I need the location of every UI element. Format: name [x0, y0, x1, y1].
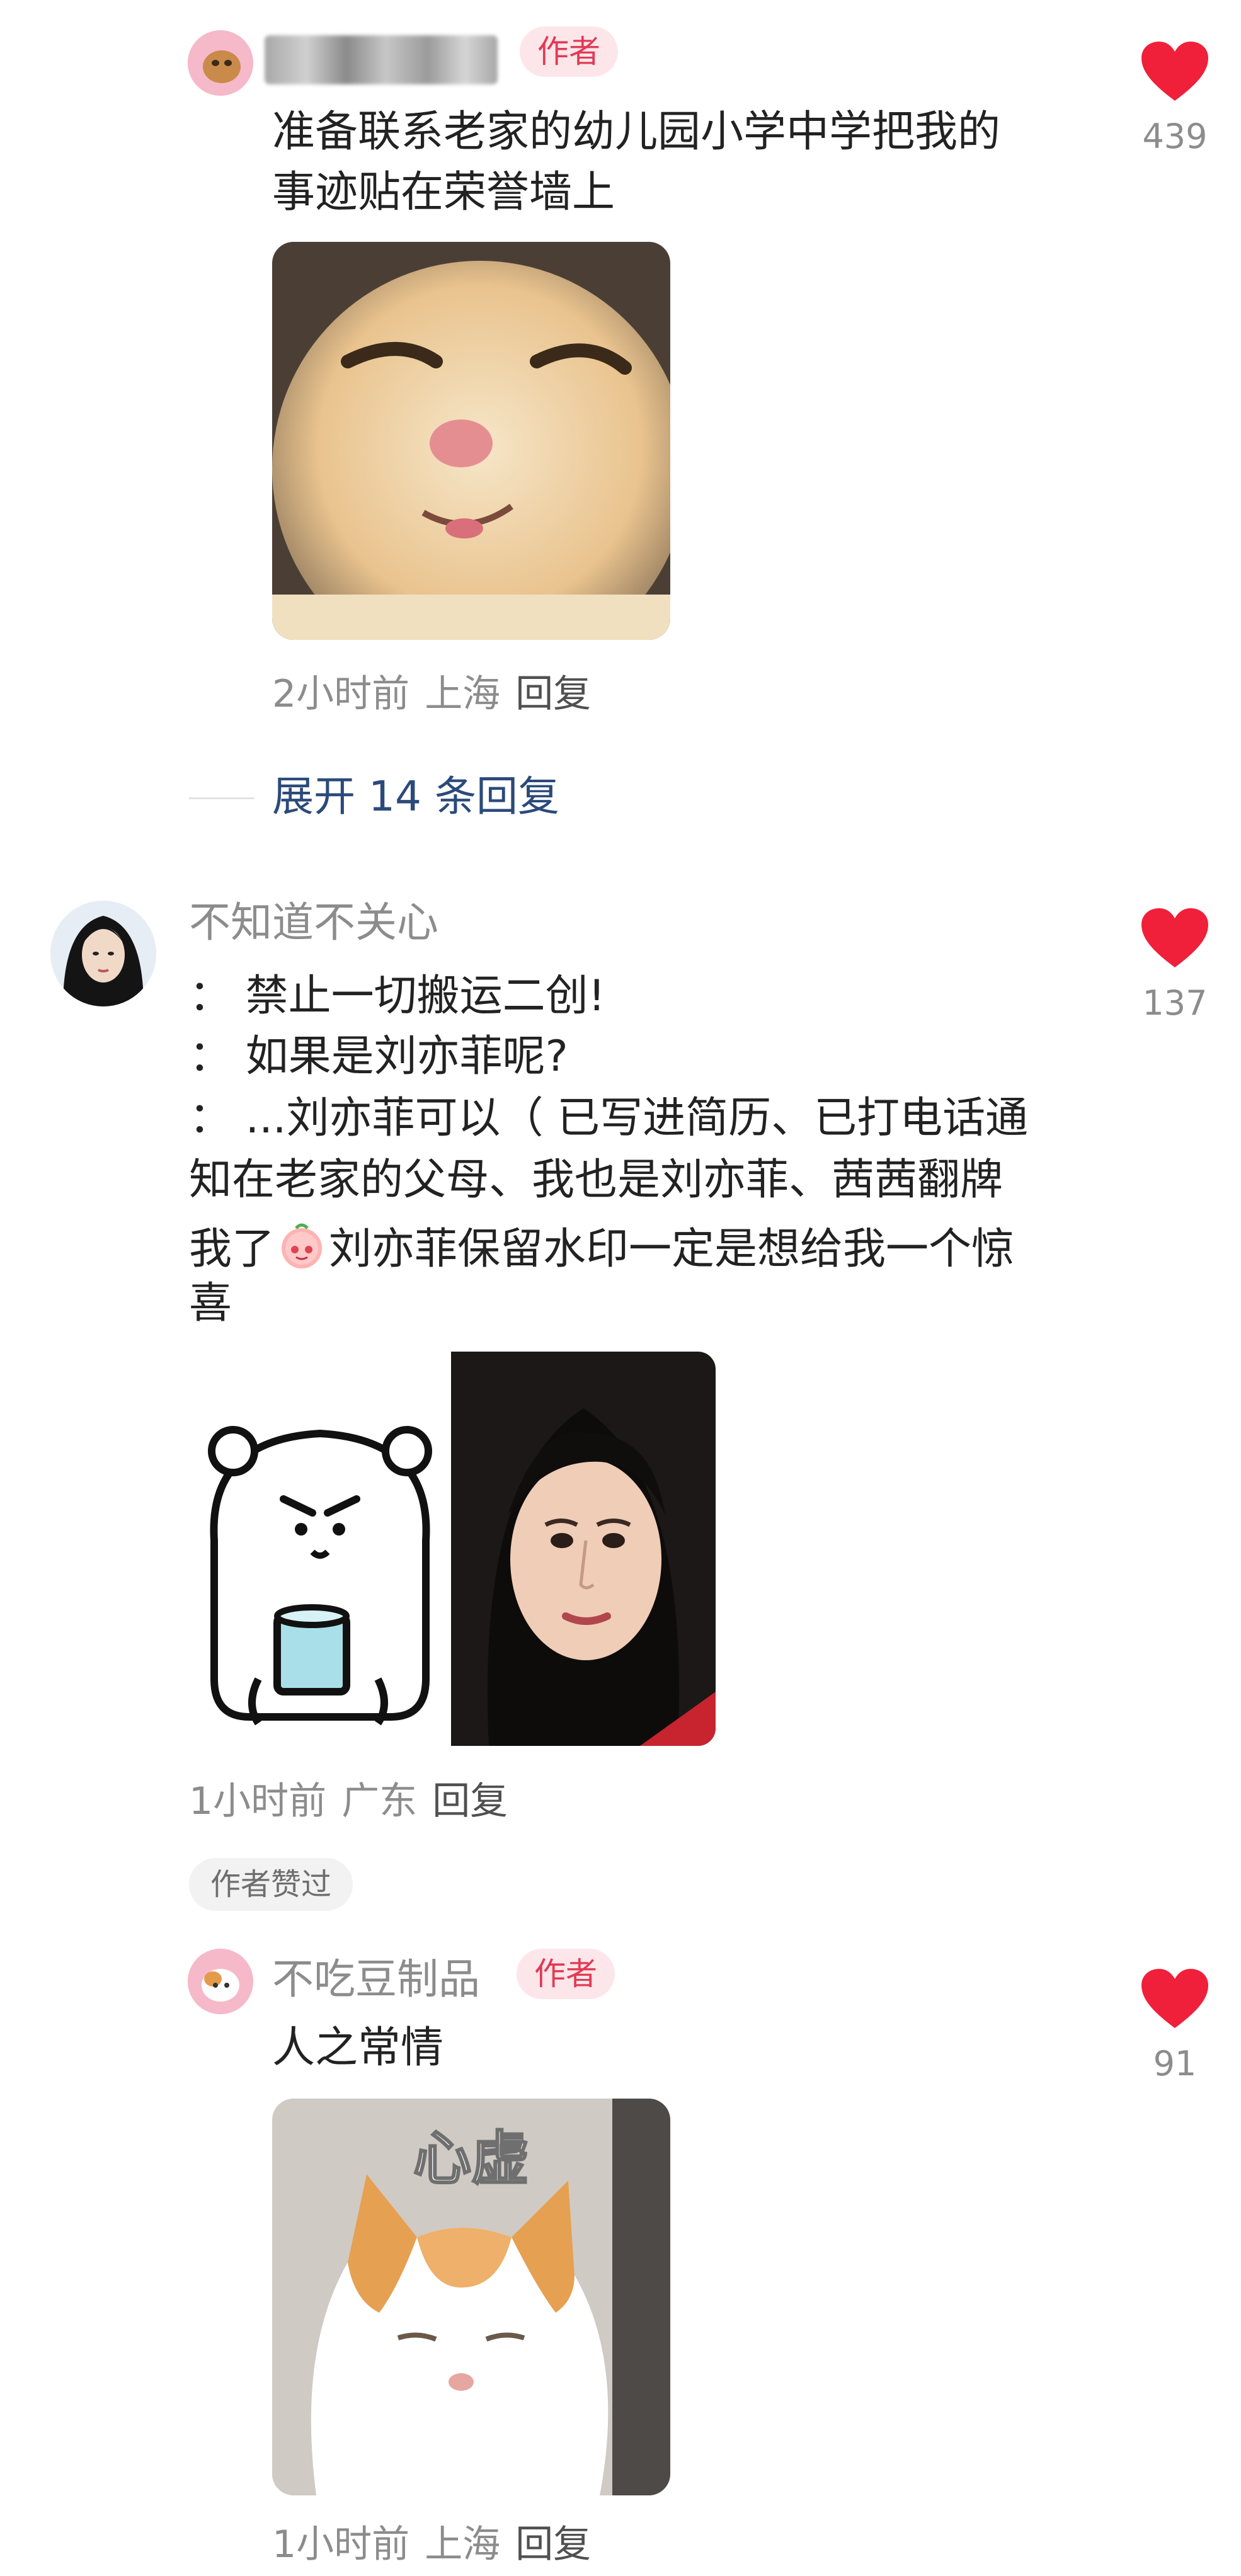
author-tag: 作者 [517, 1949, 615, 1999]
heart-icon [1141, 1969, 1208, 2028]
avatar-cat-icon [188, 30, 253, 96]
author-tag: 作者 [520, 26, 618, 77]
comment-text-line: ： 如果是刘亦菲呢? [189, 1032, 568, 1081]
like-button[interactable]: 91 [1128, 1968, 1222, 2094]
like-count: 439 [1142, 117, 1208, 156]
comment-text-line: ： 禁止一切搬运二创! [189, 971, 605, 1021]
comment-location: 上海 [425, 672, 501, 716]
username-redacted[interactable] [265, 35, 498, 84]
reply-button[interactable]: 回复 [515, 672, 591, 716]
comment-text-line: 人之常情 [272, 2023, 444, 2073]
like-button[interactable]: 439 [1128, 40, 1222, 166]
image-caption: 心虚 [412, 2125, 530, 2192]
comment-time: 2小时前 [272, 672, 410, 716]
comment-location: 广东 [341, 1779, 418, 1823]
avatar-woman-icon [50, 901, 156, 1006]
comment-meta: 2小时前 上海 回复 [272, 675, 591, 713]
comment-text-line: 事迹贴在荣誉墙上 [272, 168, 615, 217]
comment-text-line: 喜 [189, 1279, 232, 1328]
like-count: 137 [1142, 983, 1208, 1023]
cat-guilty-image[interactable]: 心虚 [272, 2099, 670, 2495]
cat-squint-image[interactable] [272, 242, 670, 640]
comment-text-line: 准备联系老家的幼儿园小学中学把我的 [272, 107, 1001, 157]
heart-icon [1141, 42, 1208, 101]
avatar-cat-icon [188, 1949, 253, 2014]
blush-emoji-icon [282, 1223, 323, 1268]
comment-thread: 作者 准备联系老家的幼儿园小学中学把我的 事迹贴在荣誉墙上 2小时前上海回复 [0, 0, 1241, 2576]
avatar[interactable] [188, 30, 253, 96]
comment-text-segment: 我了 [189, 1224, 275, 1274]
bear-meme-image[interactable] [189, 1352, 451, 1745]
comment-text-line: ： ...刘亦菲可以（ 已写进简历、已打电话通 [189, 1093, 1029, 1143]
comment-meta: 1小时前 广东 回复 [189, 1782, 508, 1820]
expand-divider [189, 797, 254, 799]
avatar[interactable] [50, 901, 156, 1006]
reply-button[interactable]: 回复 [432, 1779, 508, 1823]
comment-time: 1小时前 [272, 2522, 410, 2567]
reply-button[interactable]: 回复 [515, 2522, 591, 2567]
comment-text-segment: 刘亦菲保留水印一定是想给我一个惊 [329, 1224, 1015, 1274]
comment-location: 上海 [425, 2522, 501, 2567]
heart-icon [1141, 908, 1208, 967]
comment-meta: 1小时前 上海 回复 [272, 2526, 591, 2563]
like-count: 91 [1153, 2044, 1197, 2083]
like-button[interactable]: 137 [1128, 907, 1222, 1033]
author-liked-badge: 作者赞过 [189, 1858, 353, 1911]
portrait-photo-image[interactable] [451, 1352, 716, 1746]
comment-text-line: 知在老家的父母、我也是刘亦菲、茜茜翻牌 [189, 1155, 1004, 1205]
comment-text-line: 我了 刘亦菲保留水印一定是想给我一个惊 [189, 1221, 1014, 1271]
avatar[interactable] [188, 1949, 253, 2014]
comment-time: 1小时前 [189, 1779, 327, 1823]
username[interactable]: 不知道不关心 [189, 902, 438, 943]
username[interactable]: 不吃豆制品 [272, 1959, 480, 2000]
expand-replies-link[interactable]: 展开 14 条回复 [272, 776, 559, 818]
